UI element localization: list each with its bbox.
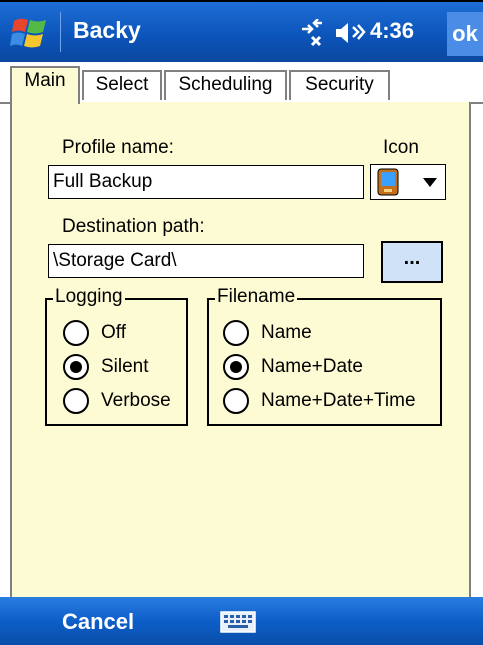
tab-strip: Main Select Scheduling Security [0, 62, 483, 104]
keyboard-icon[interactable] [220, 609, 256, 635]
radio-label: Silent [101, 356, 149, 377]
radio-selected-dot [230, 361, 242, 373]
icon-select[interactable] [370, 164, 446, 200]
destination-path-field[interactable]: \Storage Card\ [48, 244, 364, 278]
radio-button[interactable] [63, 388, 89, 414]
profile-name-field[interactable]: Full Backup [48, 165, 364, 199]
radio-button[interactable] [223, 354, 249, 380]
radio-label: Name+Date [261, 356, 363, 377]
tab-main[interactable]: Main [10, 66, 80, 104]
radio-selected-dot [70, 361, 82, 373]
radio-label: Verbose [101, 390, 171, 411]
radio-label: Off [101, 322, 126, 343]
radio-label: Name+Date+Time [261, 390, 416, 411]
title-separator [60, 12, 61, 52]
ok-button[interactable]: ok [447, 12, 483, 56]
radio-button[interactable] [223, 388, 249, 414]
cancel-button[interactable]: Cancel [62, 609, 134, 635]
filename-group: Filename Name Name+Date Name+Date+Time [207, 286, 442, 426]
icon-label: Icon [383, 137, 419, 158]
profile-name-label: Profile name: [62, 137, 174, 158]
logging-group: Logging Off Silent Verbose [45, 286, 188, 426]
browse-button[interactable]: ... [381, 241, 443, 283]
clock[interactable]: 4:36 [370, 18, 414, 44]
chevron-down-icon [423, 178, 437, 187]
logging-group-title: Logging [53, 286, 125, 308]
app-title: Backy [73, 17, 141, 43]
tab-security[interactable]: Security [289, 70, 390, 100]
pda-icon [377, 168, 399, 196]
radio-button[interactable] [63, 354, 89, 380]
tab-scheduling[interactable]: Scheduling [164, 70, 287, 100]
volume-icon[interactable] [334, 20, 366, 46]
destination-path-label: Destination path: [62, 216, 205, 237]
radio-button[interactable] [223, 320, 249, 346]
tab-select[interactable]: Select [82, 70, 162, 100]
connectivity-icon[interactable] [298, 19, 328, 49]
bottom-command-bar: Cancel [0, 597, 483, 645]
windows-flag-icon[interactable] [10, 15, 50, 51]
title-bar: Backy 4:36 ok [0, 0, 483, 62]
filename-group-title: Filename [215, 286, 298, 308]
radio-label: Name [261, 322, 312, 343]
radio-button[interactable] [63, 320, 89, 346]
